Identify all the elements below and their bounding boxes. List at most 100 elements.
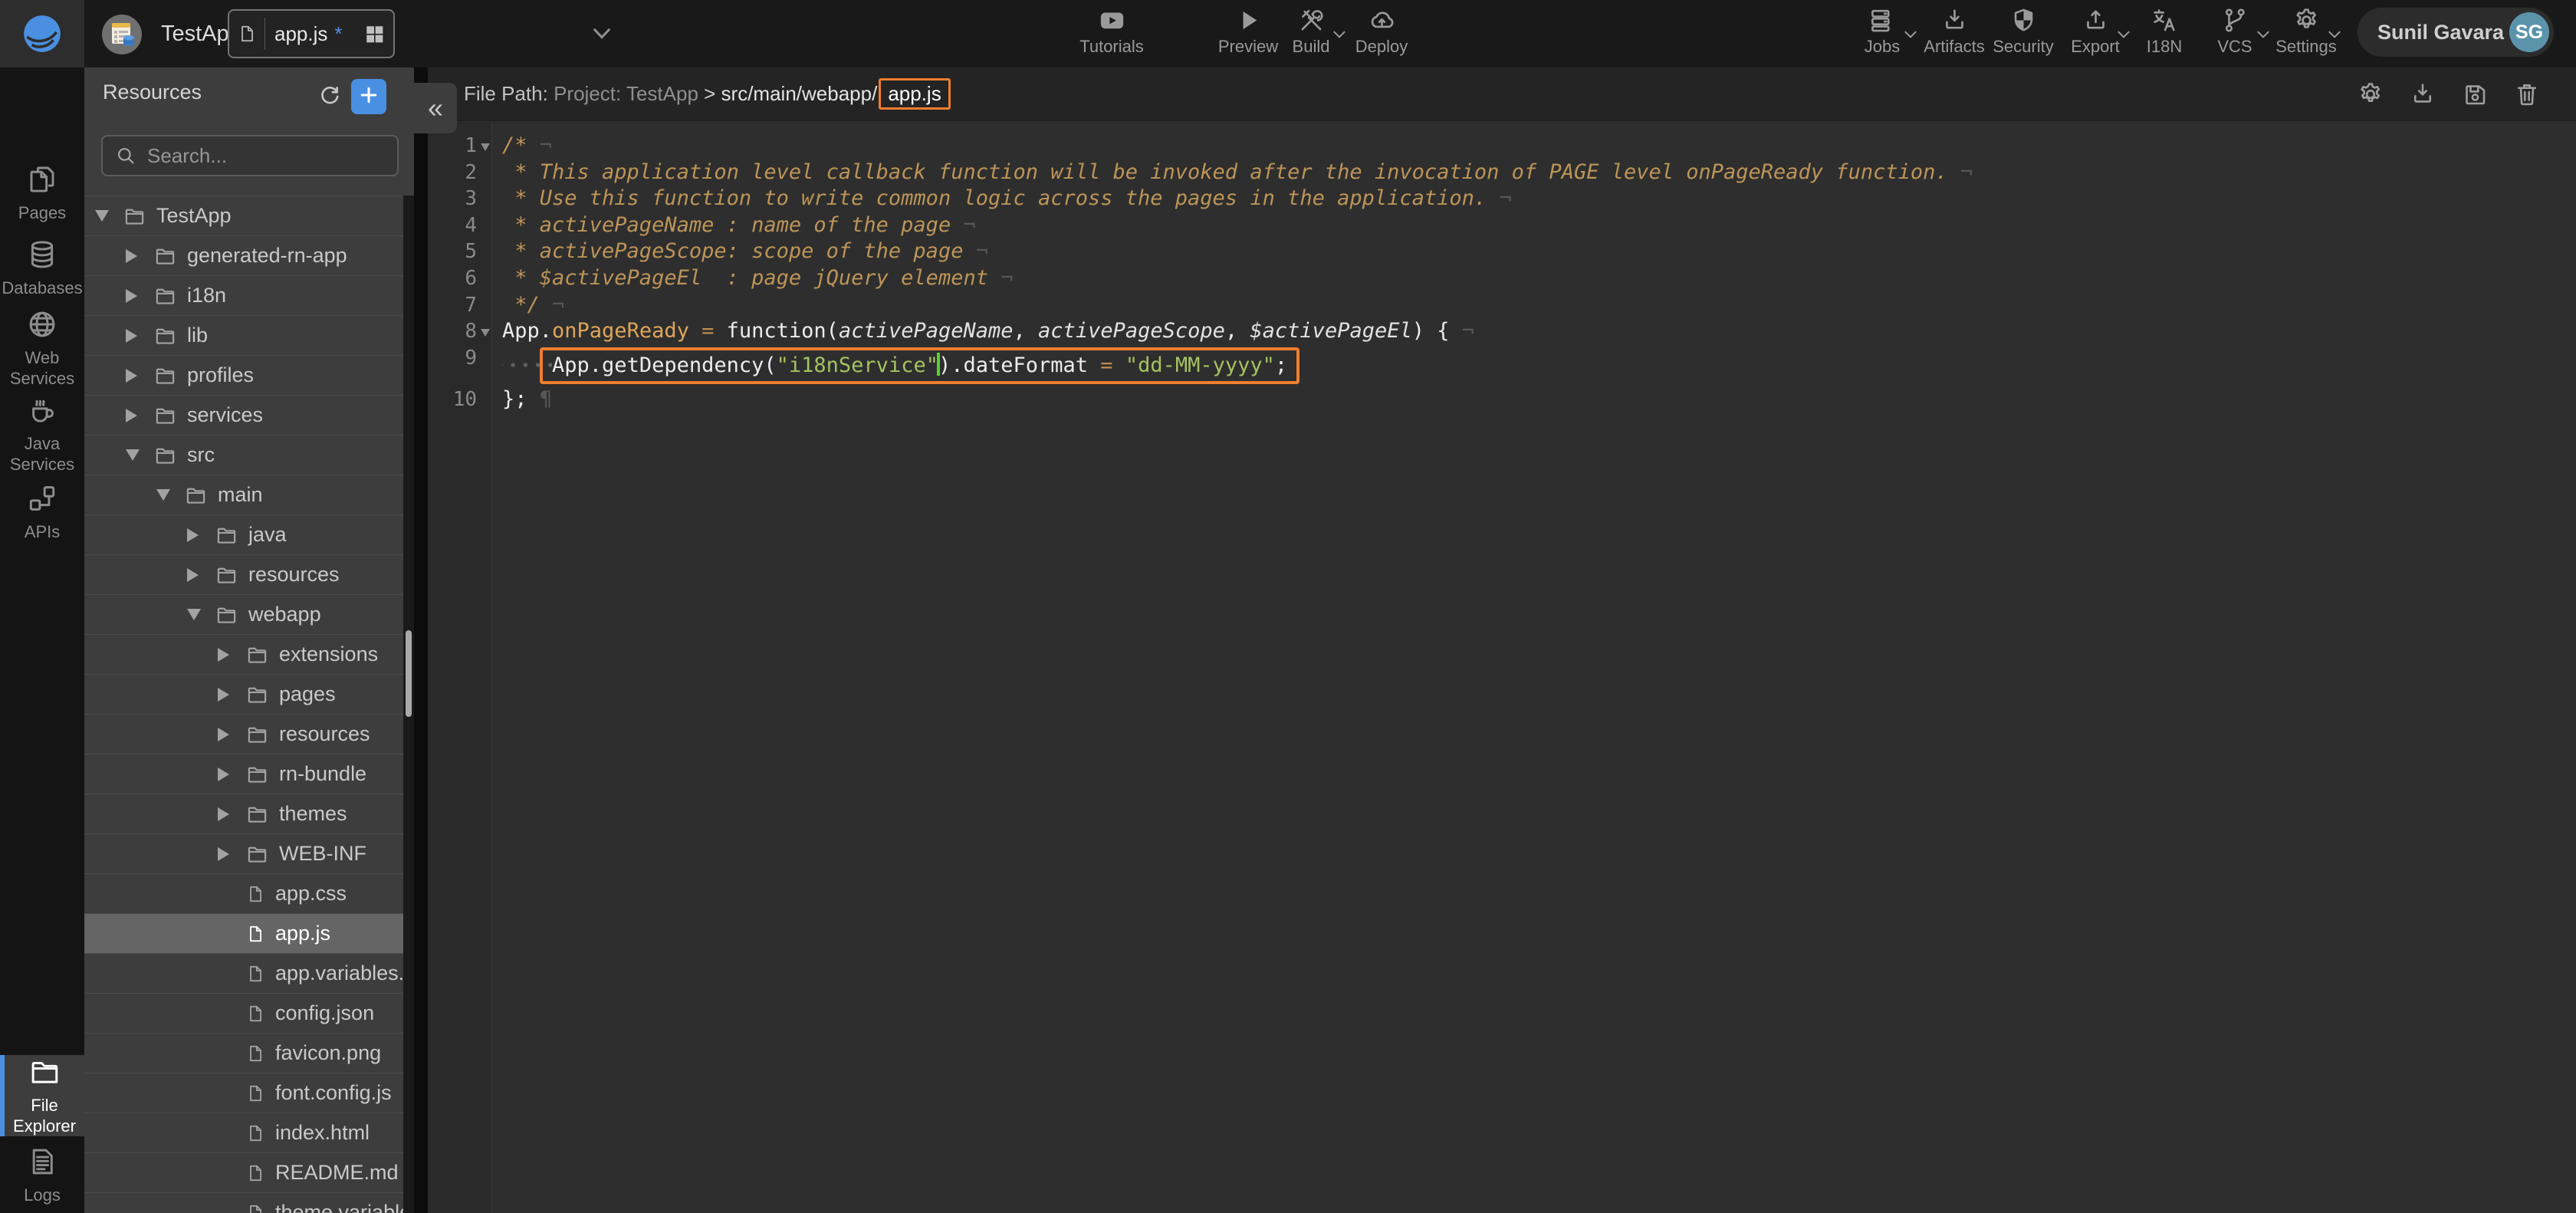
expand-arrow-icon[interactable] bbox=[218, 648, 229, 662]
tree-row[interactable]: font.config.js bbox=[84, 1073, 414, 1113]
tree-row[interactable]: themes bbox=[84, 794, 414, 833]
code-line[interactable]: 3 * Use this function to write common lo… bbox=[428, 186, 2576, 212]
tree-row[interactable]: app.variables.js bbox=[84, 953, 414, 993]
line-number: 5 bbox=[428, 238, 492, 265]
delete-file-button[interactable] bbox=[2513, 81, 2541, 108]
expand-arrow-icon[interactable] bbox=[126, 249, 137, 263]
expand-arrow-icon[interactable] bbox=[126, 369, 137, 383]
tree-row[interactable]: src bbox=[84, 435, 414, 475]
code-line[interactable]: 6 * $activePageEl : page jQuery element … bbox=[428, 265, 2576, 292]
search-input[interactable] bbox=[147, 144, 385, 168]
tree-row[interactable]: favicon.png bbox=[84, 1033, 414, 1073]
tree-row[interactable]: resources bbox=[84, 554, 414, 594]
refresh-button[interactable] bbox=[317, 83, 344, 110]
unsaved-indicator: * bbox=[334, 22, 342, 46]
download-file-button[interactable] bbox=[2409, 81, 2436, 108]
tree-row[interactable]: README.md bbox=[84, 1152, 414, 1192]
sidebar-item-java-services[interactable]: Java Services bbox=[0, 391, 84, 477]
file-icon bbox=[237, 21, 257, 46]
sidebar-item-file-explorer[interactable]: File Explorer bbox=[0, 1055, 84, 1136]
tree-item-label: resources bbox=[248, 563, 340, 587]
tree-row[interactable]: theme.variables bbox=[84, 1192, 414, 1213]
tree-row[interactable]: config.json bbox=[84, 993, 414, 1033]
add-resource-button[interactable] bbox=[351, 79, 386, 114]
left-nav-sidebar: PagesDatabases Web ServicesJava ServicesA… bbox=[0, 67, 84, 1213]
expand-arrow-icon[interactable] bbox=[187, 528, 199, 542]
save-file-button[interactable] bbox=[2461, 81, 2489, 108]
tree-row[interactable]: extensions bbox=[84, 634, 414, 674]
collapse-arrow-icon[interactable] bbox=[126, 449, 140, 461]
sidebar-item-web-services[interactable]: Web Services bbox=[0, 305, 84, 391]
code-line[interactable]: 7 */ ¬ bbox=[428, 292, 2576, 319]
sidebar-item-pages[interactable]: Pages bbox=[0, 156, 84, 230]
expand-arrow-icon[interactable] bbox=[126, 409, 137, 422]
expand-arrow-icon[interactable] bbox=[187, 568, 199, 582]
tree-item-label: theme.variables bbox=[275, 1201, 414, 1213]
open-file-tab[interactable]: app.js * bbox=[228, 9, 395, 58]
tree-row[interactable]: pages bbox=[84, 674, 414, 714]
folder-icon bbox=[245, 682, 269, 706]
tutorials-icon bbox=[1098, 6, 1126, 35]
tree-row[interactable]: rn-bundle bbox=[84, 754, 414, 794]
expand-arrow-icon[interactable] bbox=[218, 768, 229, 781]
toolbar-button-tutorials[interactable]: Tutorials bbox=[1066, 6, 1158, 57]
expand-arrow-icon[interactable] bbox=[126, 289, 137, 303]
sidebar-item-label: Web Services bbox=[10, 347, 74, 389]
toolbar-button-label: VCS bbox=[2217, 37, 2252, 57]
code-line[interactable]: 8App.onPageReady = function(activePageNa… bbox=[428, 318, 2576, 345]
export-icon bbox=[2082, 6, 2110, 35]
fold-arrow-icon[interactable] bbox=[481, 143, 490, 151]
code-line[interactable]: 10}; ¶ bbox=[428, 386, 2576, 413]
grid-icon[interactable] bbox=[364, 24, 384, 44]
expand-arrow-icon[interactable] bbox=[218, 728, 229, 741]
sidebar-item-apis[interactable]: APIs bbox=[0, 477, 84, 547]
sidebar-item-databases[interactable]: Databases bbox=[0, 232, 84, 305]
code-line[interactable]: 9 App.getDependency("i18nService").dateF… bbox=[428, 345, 2576, 387]
annotation-highlight-box: App.getDependency("i18nService").dateFor… bbox=[540, 347, 1300, 385]
project-avatar-icon[interactable] bbox=[101, 14, 143, 55]
databases-icon bbox=[26, 238, 58, 271]
fold-arrow-icon[interactable] bbox=[481, 329, 490, 337]
tree-scrollbar-thumb[interactable] bbox=[406, 630, 412, 717]
line-number: 3 bbox=[428, 186, 492, 212]
code-line[interactable]: 2 * This application level callback func… bbox=[428, 159, 2576, 186]
tree-row[interactable]: TestApp bbox=[84, 196, 414, 235]
folder-icon bbox=[153, 363, 177, 387]
tree-row[interactable]: webapp bbox=[84, 594, 414, 634]
code-line[interactable]: 4 * activePageName : name of the page ¬ bbox=[428, 212, 2576, 239]
chevron-down-icon[interactable] bbox=[586, 23, 617, 44]
expand-arrow-icon[interactable] bbox=[218, 847, 229, 861]
collapse-panel-button[interactable]: « bbox=[414, 83, 457, 133]
collapse-arrow-icon[interactable] bbox=[156, 489, 170, 501]
expand-arrow-icon[interactable] bbox=[218, 688, 229, 702]
tree-row[interactable]: services bbox=[84, 395, 414, 435]
java-services-icon bbox=[26, 394, 58, 426]
file-explorer-icon bbox=[28, 1056, 61, 1088]
collapse-arrow-icon[interactable] bbox=[95, 210, 109, 222]
tree-row[interactable]: i18n bbox=[84, 275, 414, 315]
sidebar-item-logs[interactable]: Logs bbox=[0, 1139, 84, 1211]
collapse-arrow-icon[interactable] bbox=[187, 609, 201, 620]
toolbar-button-settings[interactable]: Settings bbox=[2260, 6, 2352, 57]
tree-row[interactable]: index.html bbox=[84, 1113, 414, 1152]
wavemaker-logo[interactable] bbox=[0, 0, 84, 67]
tree-row[interactable]: profiles bbox=[84, 355, 414, 395]
tree-item-label: resources bbox=[279, 722, 370, 746]
expand-arrow-icon[interactable] bbox=[218, 807, 229, 821]
sidebar-item-label: Logs bbox=[24, 1185, 61, 1205]
toolbar-button-deploy[interactable]: Deploy bbox=[1336, 6, 1428, 57]
tree-row[interactable]: app.css bbox=[84, 873, 414, 913]
editor-settings-button[interactable] bbox=[2357, 81, 2384, 108]
tree-row[interactable]: java bbox=[84, 514, 414, 554]
tree-row[interactable]: main bbox=[84, 475, 414, 514]
tree-row[interactable]: lib bbox=[84, 315, 414, 355]
tree-row[interactable]: WEB-INF bbox=[84, 833, 414, 873]
expand-arrow-icon[interactable] bbox=[126, 329, 137, 343]
tree-row[interactable]: resources bbox=[84, 714, 414, 754]
code-area[interactable]: 1/* ¬2 * This application level callback… bbox=[428, 122, 2576, 413]
user-menu[interactable]: Sunil Gavara SG bbox=[2358, 8, 2554, 57]
code-line[interactable]: 5 * activePageScope: scope of the page ¬ bbox=[428, 238, 2576, 265]
tree-row[interactable]: generated-rn-app bbox=[84, 235, 414, 275]
code-line[interactable]: 1/* ¬ bbox=[428, 133, 2576, 159]
tree-row[interactable]: app.js bbox=[84, 913, 414, 953]
